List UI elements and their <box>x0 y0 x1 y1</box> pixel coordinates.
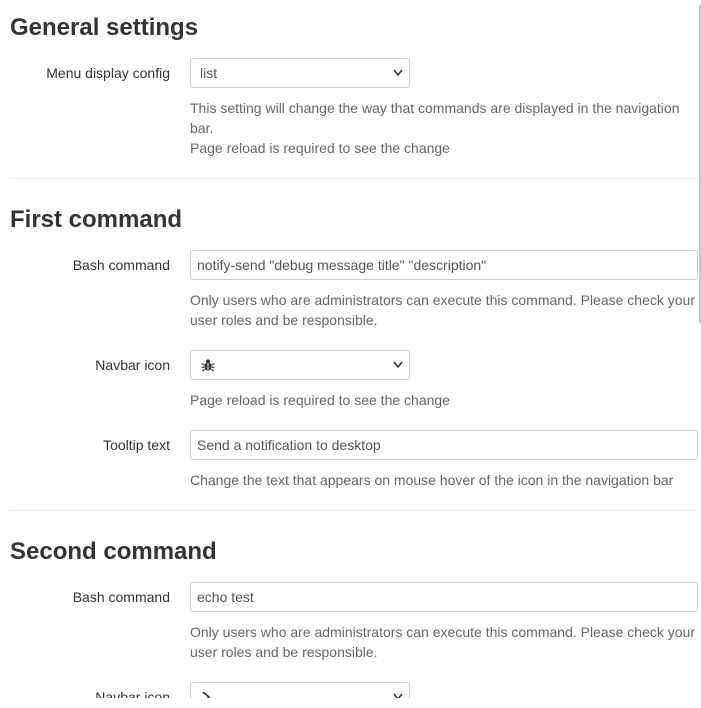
section-divider <box>10 178 698 179</box>
second-navbar-icon-select[interactable] <box>190 682 410 698</box>
menu-display-config-help: This setting will change the way that co… <box>190 98 698 158</box>
first-bash-command-label: Bash command <box>72 257 170 273</box>
menu-display-help-line: Page reload is required to see the chang… <box>190 140 450 156</box>
second-bash-command-help: Only users who are administrators can ex… <box>190 624 696 660</box>
general-settings-title: General settings <box>10 14 199 41</box>
first-command-title: First command <box>10 206 183 233</box>
second-command-title: Second command <box>10 538 217 565</box>
second-bash-command-label: Bash command <box>72 589 170 605</box>
chevron-down-icon <box>393 69 403 77</box>
first-tooltip-text-help: Change the text that appears on mouse ho… <box>190 472 674 488</box>
first-navbar-icon-label: Navbar icon <box>95 357 170 373</box>
general-settings-section: General settings Menu display config lis… <box>10 0 698 180</box>
menu-display-config-select[interactable]: list <box>190 58 410 88</box>
menu-display-help-line: This setting will change the way that co… <box>190 100 680 136</box>
first-navbar-icon-help: Page reload is required to see the chang… <box>190 392 450 408</box>
first-tooltip-text-input[interactable] <box>190 430 698 460</box>
bug-icon <box>201 359 215 372</box>
second-command-section: Second command Bash command Only users w… <box>10 512 698 698</box>
chevron-down-icon <box>393 693 403 698</box>
second-bash-command-input[interactable] <box>190 582 698 612</box>
first-bash-command-help: Only users who are administrators can ex… <box>190 292 696 328</box>
settings-page: General settings Menu display config lis… <box>10 0 698 698</box>
first-bash-command-input[interactable] <box>190 250 698 280</box>
second-navbar-icon-label: Navbar icon <box>95 689 170 698</box>
chevron-down-icon <box>393 361 403 369</box>
menu-display-config-label: Menu display config <box>46 65 170 81</box>
chevron-right-icon <box>202 691 211 698</box>
menu-display-config-value: list <box>200 65 218 81</box>
first-command-section: First command Bash command Only users wh… <box>10 180 698 512</box>
section-divider <box>10 510 698 511</box>
first-tooltip-text-label: Tooltip text <box>103 437 170 453</box>
first-navbar-icon-select[interactable] <box>190 350 410 380</box>
